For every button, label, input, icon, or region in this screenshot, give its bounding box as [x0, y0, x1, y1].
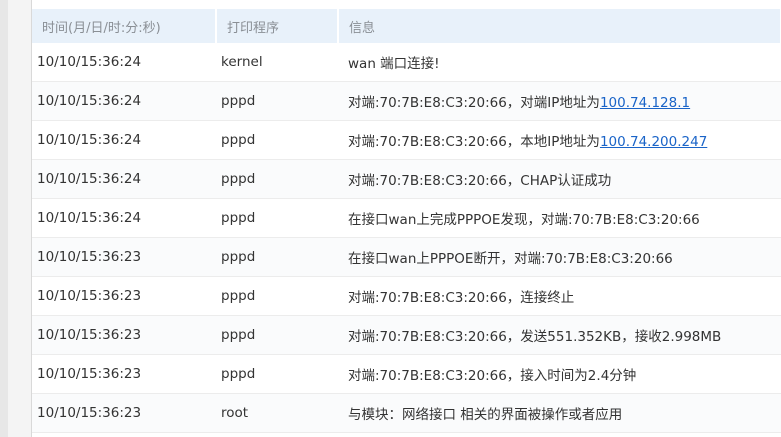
table-row: 10/10/15:36:24 pppd 在接口wan上完成PPPOE发现，对端:…: [32, 198, 781, 238]
cell-message: 对端:70:7B:E8:C3:20:66，连接终止: [338, 276, 781, 316]
log-viewer: 时间(月/日/时:分:秒) 打印程序 信息 10/10/15:36:24 ker…: [0, 0, 781, 437]
sidebar-shadow: [0, 0, 8, 437]
cell-program: pppd: [216, 354, 338, 394]
cell-message: 对端:70:7B:E8:C3:20:66，对端IP地址为100.74.128.1: [338, 81, 781, 121]
cell-time: 10/10/15:36:23: [32, 276, 216, 316]
message-text: 在接口wan上完成PPPOE发现，对端:70:7B:E8:C3:20:66: [348, 212, 700, 228]
message-text: 对端:70:7B:E8:C3:20:66，对端IP地址为: [348, 95, 600, 111]
local-ip-link[interactable]: 100.74.200.247: [600, 134, 707, 150]
log-rows: 10/10/15:36:24 kernel wan 端口连接! 10/10/15…: [32, 43, 781, 433]
message-text: 对端:70:7B:E8:C3:20:66，本地IP地址为: [348, 134, 600, 150]
message-text: 在接口wan上PPPOE断开，对端:70:7B:E8:C3:20:66: [348, 251, 673, 267]
cell-time: 10/10/15:36:24: [32, 159, 216, 199]
message-text: 与模块：网络接口 相关的界面被操作或者应用: [348, 407, 623, 423]
cell-time: 10/10/15:36:24: [32, 120, 216, 160]
table-row: 10/10/15:36:23 pppd 对端:70:7B:E8:C3:20:66…: [32, 354, 781, 394]
cell-message: 对端:70:7B:E8:C3:20:66，发送551.352KB，接收2.998…: [338, 315, 781, 355]
message-text: 对端:70:7B:E8:C3:20:66，连接终止: [348, 290, 575, 306]
cell-program: pppd: [216, 159, 338, 199]
header-time: 时间(月/日/时:分:秒): [32, 9, 217, 43]
cell-time: 10/10/15:36:23: [32, 354, 216, 394]
table-row: 10/10/15:36:23 pppd 对端:70:7B:E8:C3:20:66…: [32, 315, 781, 355]
cell-program: pppd: [216, 198, 338, 238]
cell-time: 10/10/15:36:24: [32, 81, 216, 121]
cell-program: kernel: [216, 43, 338, 82]
message-text: 对端:70:7B:E8:C3:20:66，CHAP认证成功: [348, 173, 612, 189]
cell-time: 10/10/15:36:23: [32, 237, 216, 277]
header-message: 信息: [338, 9, 781, 43]
table-row: 10/10/15:36:23 root 与模块：网络接口 相关的界面被操作或者应…: [32, 393, 781, 433]
cell-message: wan 端口连接!: [338, 43, 781, 82]
left-sidebar-edge: [0, 0, 32, 437]
cell-time: 10/10/15:36:24: [32, 198, 216, 238]
cell-time: 10/10/15:36:23: [32, 393, 216, 433]
cell-message: 对端:70:7B:E8:C3:20:66，本地IP地址为100.74.200.2…: [338, 120, 781, 160]
peer-ip-link[interactable]: 100.74.128.1: [600, 95, 690, 111]
table-row: 10/10/15:36:24 pppd 对端:70:7B:E8:C3:20:66…: [32, 81, 781, 121]
cell-message: 对端:70:7B:E8:C3:20:66，CHAP认证成功: [338, 159, 781, 199]
cell-program: pppd: [216, 276, 338, 316]
message-text: 对端:70:7B:E8:C3:20:66，接入时间为2.4分钟: [348, 368, 637, 384]
table-header-row: 时间(月/日/时:分:秒) 打印程序 信息: [32, 9, 781, 43]
cell-message: 在接口wan上完成PPPOE发现，对端:70:7B:E8:C3:20:66: [338, 198, 781, 238]
cell-message: 在接口wan上PPPOE断开，对端:70:7B:E8:C3:20:66: [338, 237, 781, 277]
cell-message: 与模块：网络接口 相关的界面被操作或者应用: [338, 393, 781, 433]
table-row: 10/10/15:36:24 pppd 对端:70:7B:E8:C3:20:66…: [32, 120, 781, 160]
cell-time: 10/10/15:36:23: [32, 315, 216, 355]
cell-program: root: [216, 393, 338, 433]
cell-program: pppd: [216, 237, 338, 277]
table-row: 10/10/15:36:23 pppd 在接口wan上PPPOE断开，对端:70…: [32, 237, 781, 277]
table-row: 10/10/15:36:24 kernel wan 端口连接!: [32, 43, 781, 82]
table-row: 10/10/15:36:24 pppd 对端:70:7B:E8:C3:20:66…: [32, 159, 781, 199]
header-program: 打印程序: [216, 9, 339, 43]
cell-program: pppd: [216, 120, 338, 160]
table-row: 10/10/15:36:23 pppd 对端:70:7B:E8:C3:20:66…: [32, 276, 781, 316]
message-text: wan 端口连接!: [348, 56, 440, 72]
cell-time: 10/10/15:36:24: [32, 43, 216, 82]
message-text: 对端:70:7B:E8:C3:20:66，发送551.352KB，接收2.998…: [348, 329, 722, 345]
system-log-table: 时间(月/日/时:分:秒) 打印程序 信息 10/10/15:36:24 ker…: [32, 9, 781, 433]
cell-program: pppd: [216, 315, 338, 355]
cell-message: 对端:70:7B:E8:C3:20:66，接入时间为2.4分钟: [338, 354, 781, 394]
cell-program: pppd: [216, 81, 338, 121]
